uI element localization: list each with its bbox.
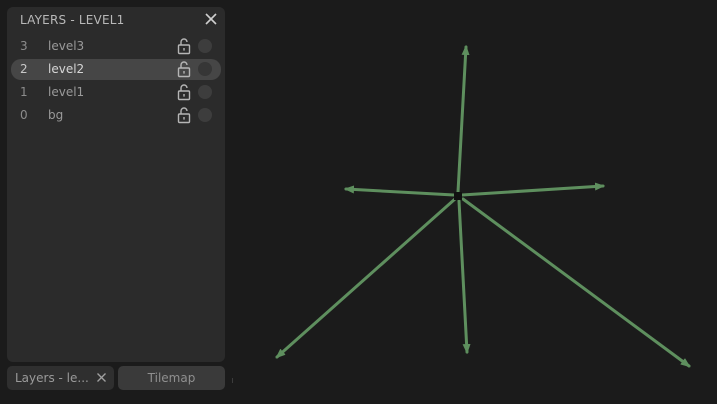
unlock-icon[interactable] [176,106,192,124]
visibility-toggle[interactable] [198,108,212,122]
layer-row-level1[interactable]: 1 level1 [11,82,221,103]
unlock-icon[interactable] [176,83,192,101]
layer-list: 3 level3 2 level2 1 level1 0 bg [11,36,221,128]
layers-panel: LAYERS - LEVEL1 3 level3 2 level2 1 leve… [7,7,225,362]
origin-marker[interactable] [454,192,462,200]
tab-label: Tilemap [147,371,196,385]
close-icon[interactable] [96,372,107,383]
unlock-icon[interactable] [176,37,192,55]
close-icon[interactable] [203,11,219,27]
arrow-group [275,45,691,368]
visibility-toggle[interactable] [198,85,212,99]
arrow-left[interactable] [344,185,456,197]
layer-row-bg[interactable]: 0 bg [11,105,221,126]
visibility-toggle[interactable] [198,39,212,53]
layer-name: level1 [48,85,85,99]
tab-tilemap[interactable]: Tilemap [118,366,225,390]
arrow-down[interactable] [457,199,471,354]
arrow-right[interactable] [460,182,605,197]
layer-row-level2[interactable]: 2 level2 [11,59,221,80]
layer-index: 1 [20,85,28,99]
tab-label: Layers - le... [15,371,89,385]
visibility-toggle[interactable] [198,62,212,76]
layer-index: 2 [20,62,28,76]
unlock-icon[interactable] [176,60,192,78]
arrow-down-right[interactable] [461,197,691,368]
tab-layers[interactable]: Layers - le... [7,366,114,390]
layer-name: bg [48,108,64,122]
arrow-up[interactable] [456,45,470,194]
arrow-down-left[interactable] [275,197,457,359]
level-canvas[interactable] [230,0,717,404]
layer-index: 0 [20,108,28,122]
layer-name: level3 [48,39,85,53]
layer-index: 3 [20,39,28,53]
panel-title: LAYERS - LEVEL1 [20,13,125,27]
layer-name: level2 [48,62,85,76]
layer-row-level3[interactable]: 3 level3 [11,36,221,57]
